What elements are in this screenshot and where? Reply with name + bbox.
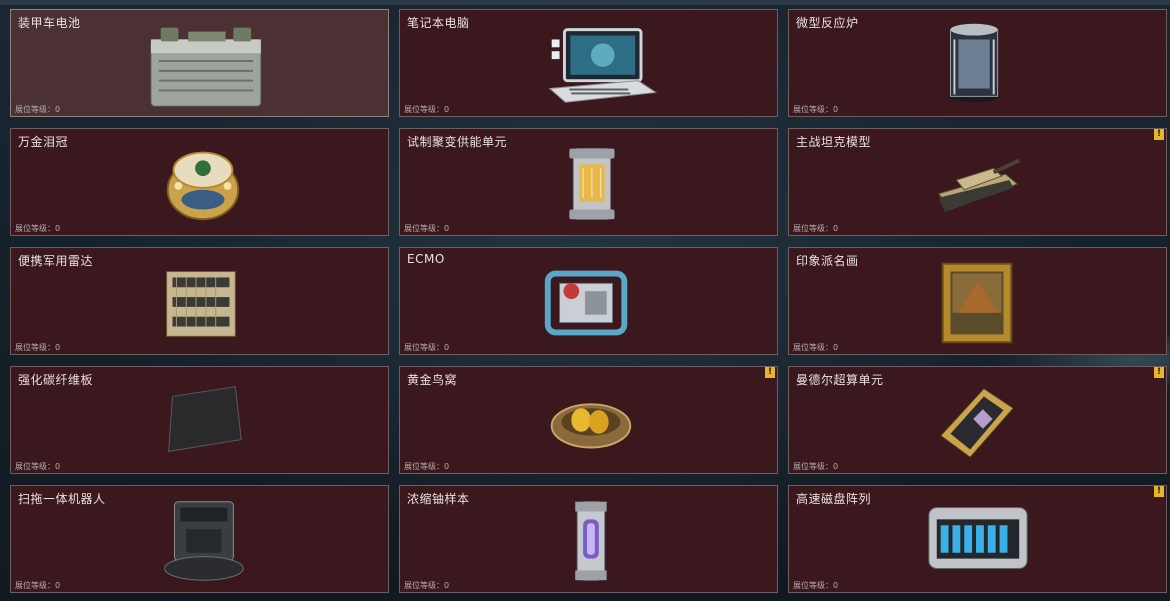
item-card[interactable]: 便携军用雷达 展位等级：0	[10, 247, 389, 355]
collection-grid: 装甲车电池 展位等级：0 笔记本电脑 展位等级：0 微型反应炉 展位等级：0 万…	[10, 9, 1170, 601]
booth-level: 展位等级：0	[404, 343, 450, 352]
item-name: 装甲车电池	[18, 16, 81, 30]
ecmo-machine-icon	[544, 270, 628, 336]
booth-level: 展位等级：0	[793, 343, 839, 352]
item-card[interactable]: 微型反应炉 展位等级：0	[788, 9, 1167, 117]
item-card[interactable]: 万金泪冠 展位等级：0	[10, 128, 389, 236]
item-card[interactable]: 印象派名画 展位等级：0	[788, 247, 1167, 355]
item-name: 浓缩铀样本	[407, 492, 470, 506]
item-card[interactable]: 浓缩铀样本 展位等级：0	[399, 485, 778, 593]
item-card[interactable]: ! 黄金鸟窝 展位等级：0	[399, 366, 778, 474]
item-name: 曼德尔超算单元	[796, 373, 884, 387]
item-name: 微型反应炉	[796, 16, 859, 30]
booth-level: 展位等级：0	[793, 224, 839, 233]
booth-level: 展位等级：0	[15, 462, 61, 471]
item-card[interactable]: ECMO 展位等级：0	[399, 247, 778, 355]
item-name: 高速磁盘阵列	[796, 492, 872, 506]
item-name: 黄金鸟窝	[407, 373, 458, 387]
item-card[interactable]: ! 主战坦克模型 展位等级：0	[788, 128, 1167, 236]
item-name: 试制聚变供能单元	[407, 135, 508, 149]
alert-badge: !	[1154, 129, 1164, 140]
booth-level: 展位等级：0	[404, 105, 450, 114]
booth-level: 展位等级：0	[15, 224, 61, 233]
booth-level: 展位等级：0	[404, 581, 450, 590]
booth-level: 展位等级：0	[404, 224, 450, 233]
alert-badge: !	[765, 367, 775, 378]
item-name: 主战坦克模型	[796, 135, 872, 149]
item-name: 扫拖一体机器人	[18, 492, 106, 506]
booth-level: 展位等级：0	[404, 462, 450, 471]
booth-level: 展位等级：0	[15, 105, 61, 114]
item-card[interactable]: 试制聚变供能单元 展位等级：0	[399, 128, 778, 236]
item-card[interactable]: ! 曼德尔超算单元 展位等级：0	[788, 366, 1167, 474]
item-card[interactable]: 笔记本电脑 展位等级：0	[399, 9, 778, 117]
item-card[interactable]: 装甲车电池 展位等级：0	[10, 9, 389, 117]
item-card[interactable]: 强化碳纤维板 展位等级：0	[10, 366, 389, 474]
booth-level: 展位等级：0	[793, 105, 839, 114]
top-divider	[0, 0, 1170, 5]
booth-level: 展位等级：0	[15, 581, 61, 590]
item-name: ECMO	[407, 252, 445, 266]
item-card[interactable]: ! 高速磁盘阵列 展位等级：0	[788, 485, 1167, 593]
item-name: 万金泪冠	[18, 135, 69, 149]
booth-level: 展位等级：0	[793, 581, 839, 590]
item-card[interactable]: 扫拖一体机器人 展位等级：0	[10, 485, 389, 593]
alert-badge: !	[1154, 367, 1164, 378]
booth-level: 展位等级：0	[793, 462, 839, 471]
item-name: 强化碳纤维板	[18, 373, 94, 387]
item-name: 笔记本电脑	[407, 16, 470, 30]
booth-level: 展位等级：0	[15, 343, 61, 352]
alert-badge: !	[1154, 486, 1164, 497]
item-name: 印象派名画	[796, 254, 859, 268]
item-name: 便携军用雷达	[18, 254, 94, 268]
